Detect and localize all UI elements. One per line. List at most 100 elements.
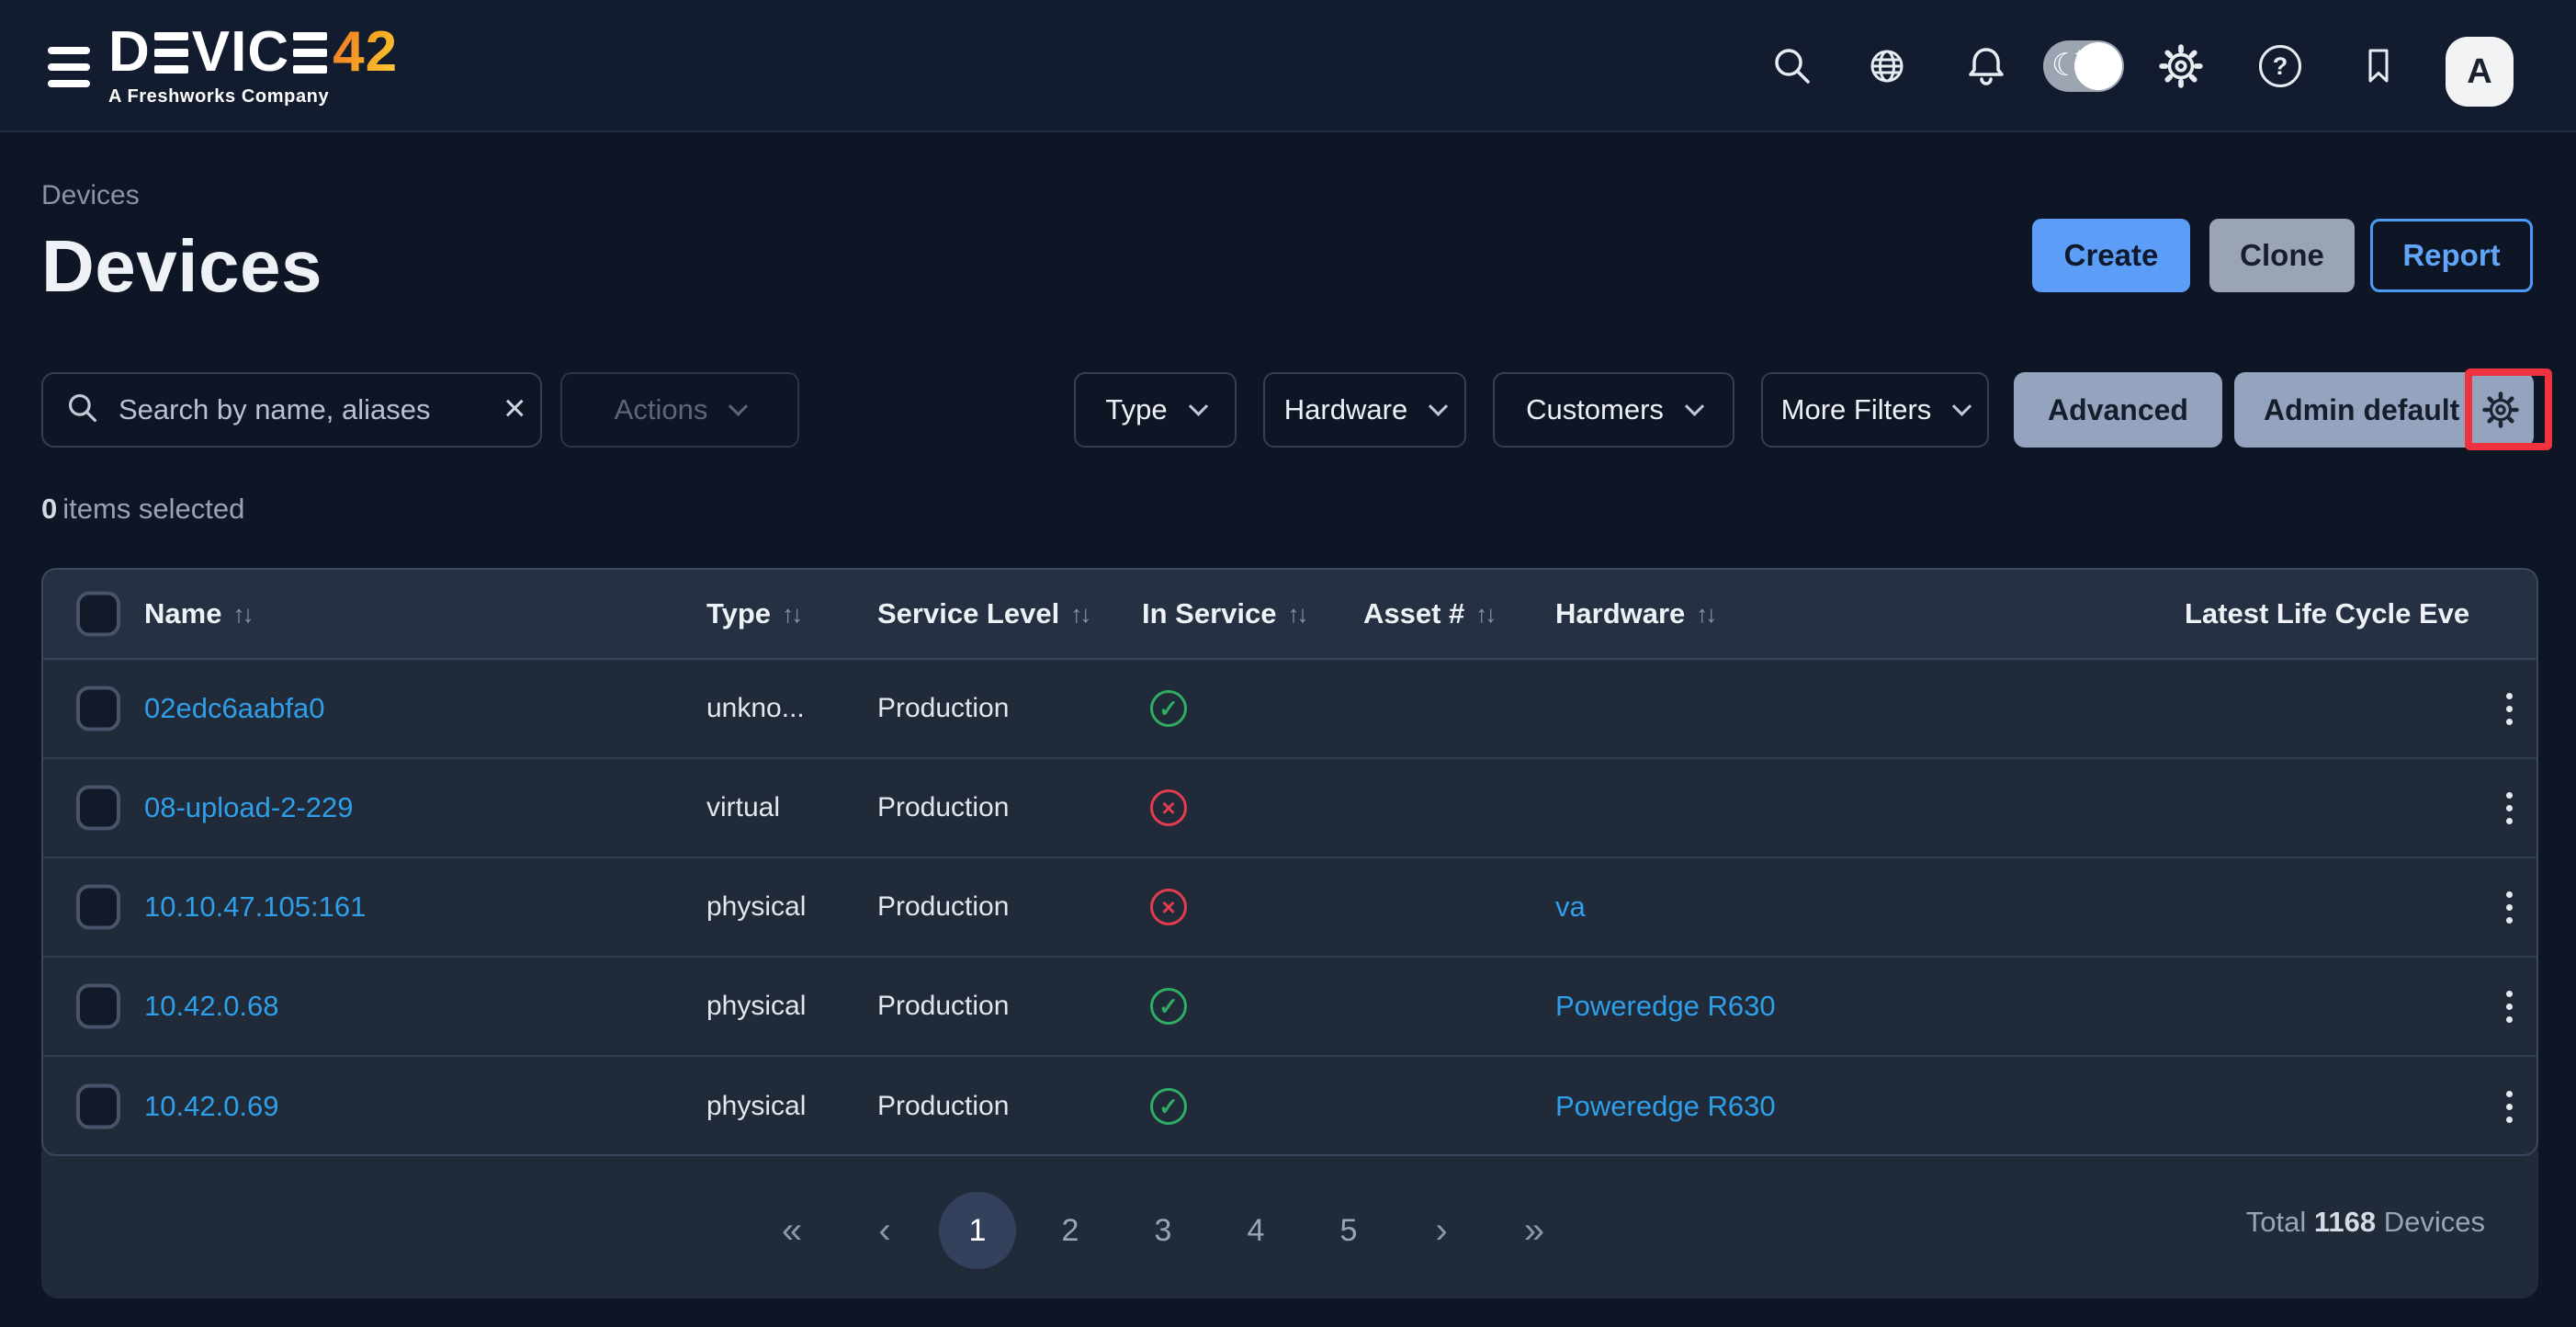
service-level: Production: [877, 792, 1009, 823]
row-checkbox[interactable]: [76, 885, 120, 930]
toggle-knob: [2074, 42, 2122, 90]
in-service-yes-icon: ✓: [1150, 988, 1187, 1025]
row-menu-kebab-icon[interactable]: [2491, 986, 2527, 1026]
theme-toggle[interactable]: ☾ ✦ ✦: [2043, 40, 2124, 92]
device-type: physical: [706, 991, 806, 1022]
device-name-link[interactable]: 10.42.0.69: [144, 1090, 279, 1123]
logo-subtitle: A Freshworks Company: [108, 86, 398, 108]
device42-logo: D VIC 42 A Freshworks Company: [108, 24, 398, 108]
row-menu-kebab-icon[interactable]: [2491, 788, 2527, 828]
pagination-last-button[interactable]: »: [1496, 1192, 1573, 1269]
column-header-hardware[interactable]: Hardware↑↓: [1555, 597, 1714, 630]
create-button[interactable]: Create: [2032, 219, 2190, 292]
pagination-page-1[interactable]: 1: [939, 1192, 1016, 1269]
device-name-link[interactable]: 08-upload-2-229: [144, 791, 354, 824]
total-devices-count: Total 1168 Devices: [2246, 1206, 2485, 1239]
pagination-prev-button[interactable]: ‹: [846, 1192, 923, 1269]
hardware-link[interactable]: va: [1555, 890, 1586, 924]
service-level: Production: [877, 693, 1009, 724]
clear-search-icon[interactable]: ×: [503, 389, 526, 427]
sort-icon[interactable]: ↑↓: [232, 600, 251, 629]
logo-text-vic: VIC: [192, 24, 289, 81]
pagination-page-2[interactable]: 2: [1032, 1192, 1109, 1269]
page-title: Devices: [41, 224, 322, 309]
sort-icon[interactable]: ↑↓: [1475, 600, 1494, 629]
hardware-link[interactable]: Poweredge R630: [1555, 1090, 1776, 1123]
search-icon: [65, 391, 100, 430]
hardware-filter-dropdown[interactable]: Hardware: [1263, 372, 1466, 448]
device-name-link[interactable]: 02edc6aabfa0: [144, 692, 325, 725]
report-button[interactable]: Report: [2370, 219, 2533, 292]
in-service-yes-icon: ✓: [1150, 1088, 1187, 1125]
column-header-life-cycle[interactable]: Latest Life Cycle Eve: [2185, 597, 2469, 630]
pagination-next-button[interactable]: ›: [1403, 1192, 1480, 1269]
type-filter-dropdown[interactable]: Type: [1074, 372, 1237, 448]
settings-gear-icon[interactable]: [2155, 40, 2207, 92]
hamburger-menu-icon[interactable]: [48, 47, 90, 87]
in-service-no-icon: ×: [1150, 889, 1187, 925]
row-menu-kebab-icon[interactable]: [2491, 887, 2527, 927]
advanced-button[interactable]: Advanced: [2014, 372, 2222, 448]
chevron-down-icon: [1189, 396, 1208, 415]
device-type: physical: [706, 1091, 806, 1122]
sort-icon[interactable]: ↑↓: [782, 600, 800, 629]
breadcrumb[interactable]: Devices: [41, 180, 140, 211]
bookmark-icon[interactable]: [2353, 40, 2404, 92]
device-type: unkno...: [706, 693, 805, 724]
select-all-checkbox[interactable]: [76, 592, 120, 637]
selection-status: 0items selected: [41, 493, 244, 526]
sort-icon[interactable]: ↑↓: [1696, 600, 1714, 629]
search-box[interactable]: ×: [41, 372, 542, 448]
devices-table-card: Name↑↓ Type↑↓ Service Level↑↓ In Service…: [41, 568, 2538, 1299]
globe-icon[interactable]: [1861, 40, 1913, 92]
pagination-first-button[interactable]: «: [753, 1192, 830, 1269]
hardware-link[interactable]: Poweredge R630: [1555, 990, 1776, 1023]
logo-e-icon: [154, 32, 188, 74]
clone-button[interactable]: Clone: [2209, 219, 2355, 292]
service-level: Production: [877, 891, 1009, 923]
logo-e-icon: [293, 32, 327, 74]
devices-table: Name↑↓ Type↑↓ Service Level↑↓ In Service…: [41, 568, 2538, 1156]
help-icon[interactable]: ?: [2254, 40, 2306, 92]
pagination-page-5[interactable]: 5: [1310, 1192, 1387, 1269]
pagination-page-4[interactable]: 4: [1217, 1192, 1294, 1269]
in-service-no-icon: ×: [1150, 789, 1187, 826]
row-checkbox[interactable]: [76, 1084, 120, 1129]
column-header-in-service[interactable]: In Service↑↓: [1142, 597, 1305, 630]
notifications-bell-icon[interactable]: [1960, 40, 2012, 92]
sort-icon[interactable]: ↑↓: [1287, 600, 1305, 629]
user-avatar[interactable]: A: [2446, 37, 2514, 107]
search-input[interactable]: [119, 393, 485, 426]
row-checkbox[interactable]: [76, 786, 120, 831]
pagination: « ‹ 1 2 3 4 5 › »: [753, 1191, 1573, 1270]
view-settings-gear-icon[interactable]: [2480, 390, 2521, 437]
column-header-service-level[interactable]: Service Level↑↓: [877, 597, 1089, 630]
chevron-down-icon: [729, 396, 748, 415]
row-menu-kebab-icon[interactable]: [2491, 688, 2527, 729]
logo-text-d: D: [108, 24, 151, 81]
column-header-asset[interactable]: Asset #↑↓: [1363, 597, 1494, 630]
table-header-row: Name↑↓ Type↑↓ Service Level↑↓ In Service…: [43, 570, 2536, 660]
device-type: virtual: [706, 792, 780, 823]
admin-default-button[interactable]: Admin default: [2234, 372, 2534, 448]
pagination-page-3[interactable]: 3: [1124, 1192, 1202, 1269]
logo-42: 42: [333, 24, 398, 81]
topbar: D VIC 42 A Freshworks Company ☾ ✦ ✦: [0, 0, 2576, 132]
selection-count: 0: [41, 493, 57, 525]
in-service-yes-icon: ✓: [1150, 690, 1187, 727]
row-checkbox[interactable]: [76, 984, 120, 1029]
device-name-link[interactable]: 10.42.0.68: [144, 990, 279, 1023]
column-header-type[interactable]: Type↑↓: [706, 597, 800, 630]
row-checkbox[interactable]: [76, 686, 120, 732]
row-menu-kebab-icon[interactable]: [2491, 1086, 2527, 1127]
actions-dropdown[interactable]: Actions: [560, 372, 799, 448]
customers-filter-dropdown[interactable]: Customers: [1493, 372, 1734, 448]
column-header-name[interactable]: Name↑↓: [144, 597, 251, 630]
chevron-down-icon: [1685, 396, 1704, 415]
device-type: physical: [706, 891, 806, 923]
sort-icon[interactable]: ↑↓: [1070, 600, 1089, 629]
service-level: Production: [877, 991, 1009, 1022]
device-name-link[interactable]: 10.10.47.105:161: [144, 890, 366, 924]
search-icon[interactable]: [1767, 40, 1818, 92]
more-filters-dropdown[interactable]: More Filters: [1761, 372, 1989, 448]
